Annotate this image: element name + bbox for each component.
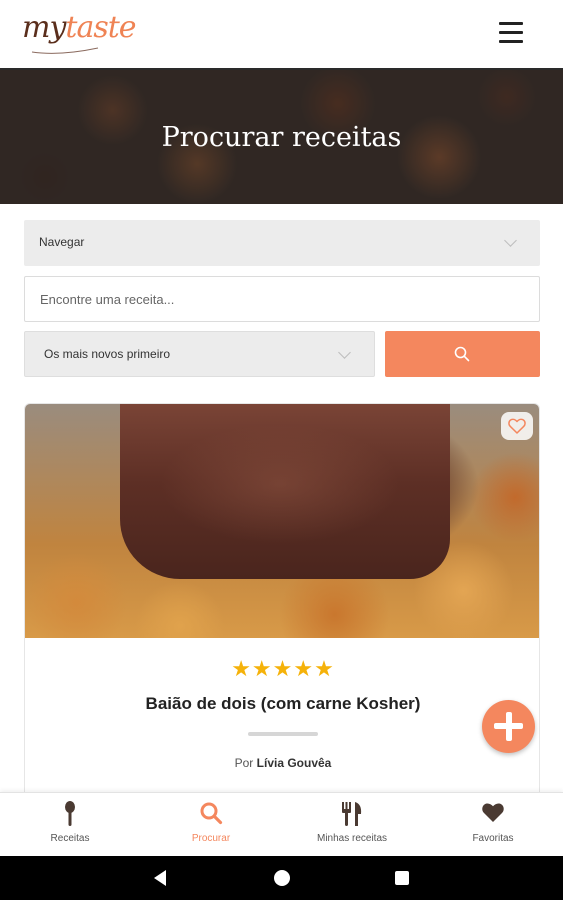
heart-icon [482,803,504,822]
recipe-author: Por Lívia Gouvêa [25,756,539,770]
browse-dropdown[interactable]: Navegar [24,220,540,266]
card-divider [248,732,318,736]
nav-item-favoritas[interactable]: Favoritas [423,793,563,857]
spoon-icon [65,801,75,826]
recents-icon[interactable] [395,871,409,885]
author-name[interactable]: Lívia Gouvêa [257,756,332,770]
nav-label-receitas: Receitas [50,833,90,844]
nav-item-minhas-receitas[interactable]: Minhas receitas [282,793,422,857]
hamburger-menu-icon[interactable] [499,22,525,46]
logo-part-my: my [22,10,66,45]
nav-label-procurar: Procurar [191,833,231,844]
system-navigation-bar [0,856,563,900]
sort-order-select[interactable]: Os mais novos primeiro [24,331,375,377]
nav-label-minhas-receitas: Minhas receitas [316,833,388,844]
recipe-card[interactable]: ★★★★★ Baião de dois (com carne Kosher) P… [24,403,540,803]
hero-banner: Procurar receitas [0,70,563,204]
author-prefix: Por [234,756,254,770]
recipe-search-input[interactable] [24,276,540,322]
back-icon[interactable] [154,870,166,886]
favorite-toggle-button[interactable] [501,412,533,440]
browse-dropdown-label: Navegar [39,235,85,249]
top-app-bar: mytaste [0,0,563,70]
chevron-down-icon [338,346,351,359]
heart-outline-icon [508,418,526,434]
add-recipe-fab[interactable] [482,700,535,753]
search-icon [200,802,223,825]
home-icon[interactable] [274,870,290,886]
app-logo[interactable]: mytaste [22,10,137,45]
chevron-down-icon [504,234,517,247]
star-rating: ★★★★★ [231,656,335,681]
sort-order-selected-value: Os mais novos primeiro [44,347,171,361]
page-title: Procurar receitas [161,122,402,153]
recipe-image[interactable] [25,404,539,638]
search-button[interactable] [385,331,540,377]
recipe-image-meat [120,404,450,579]
bottom-navigation: Receitas Procurar Minhas receitas Favori… [0,792,563,856]
app-screen: mytaste Procurar receitas Navegar Os mai… [0,0,563,900]
nav-item-procurar[interactable]: Procurar [141,793,281,857]
logo-swoosh-icon [31,47,99,54]
nav-item-receitas[interactable]: Receitas [0,793,140,857]
search-icon [454,346,470,362]
fork-knife-icon [342,802,362,826]
nav-label-favoritas: Favoritas [472,833,514,844]
logo-part-taste: taste [65,10,136,45]
recipe-title[interactable]: Baião de dois (com carne Kosher) [25,694,539,714]
